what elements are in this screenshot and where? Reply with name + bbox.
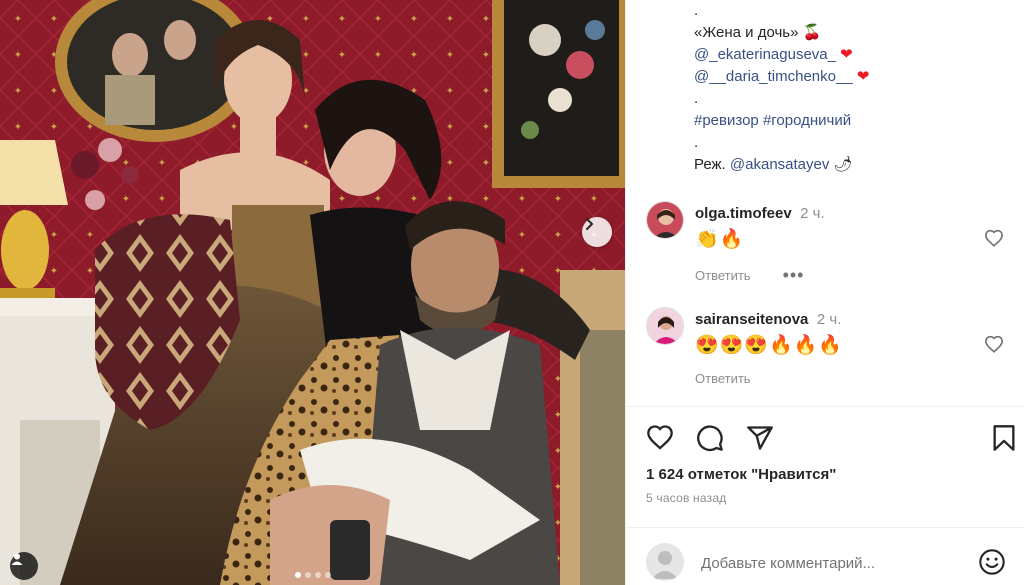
caption-dot: . [694,134,699,151]
comment-like-button[interactable] [984,335,1004,358]
reply-button[interactable]: Ответить [695,268,751,283]
likes-count[interactable]: 1 624 отметок "Нравится" [646,466,836,483]
comment-username[interactable]: olga.timofeev [695,205,792,222]
cherry-emoji: 🍒 [802,24,822,41]
post-sidebar: . «Жена и дочь» 🍒 @_ekaterinaguseva_ ❤ @… [625,0,1024,585]
avatar[interactable] [646,307,684,345]
bookmark-icon [993,425,1015,451]
add-comment-bar [646,541,1021,581]
smiley-icon [979,549,1005,575]
comment-username[interactable]: sairanseitenova [695,311,808,328]
mention-link-2[interactable]: @__daria_timchenko__ [694,68,853,85]
caption-director-line: Реж. @akansatayev 🌶 [694,154,1014,176]
post-photo[interactable]: ✦ [0,0,625,585]
avatar-image [647,308,683,344]
comment-text: 👏🔥 [695,229,745,250]
caption-mention-line-1: @_ekaterinaguseva_ ❤ [694,44,1014,66]
hashtag-link-1[interactable]: #ревизор [694,112,759,129]
carousel-dot [314,572,321,578]
director-mention-link[interactable]: @akansatayev [730,156,829,173]
carousel-indicator [0,572,625,578]
reply-button[interactable]: Ответить [695,371,751,386]
caption-hashtags: #ревизор #городничий [694,110,1014,132]
post-actions-bar [646,424,1016,452]
avatar-image [647,202,683,238]
comment-input[interactable] [701,551,971,575]
hashtag-link-2[interactable]: #городничий [763,112,851,129]
caption-title-line: «Жена и дочь» 🍒 [694,22,1014,44]
emoji-button[interactable] [978,548,1006,581]
like-button[interactable] [646,424,674,455]
post-timestamp[interactable]: 5 часов назад [646,491,726,505]
caption-title: «Жена и дочь» [694,24,799,41]
heart-icon [984,229,1004,247]
caption-mention-line-2: @__daria_timchenko__ ❤ [694,66,1014,88]
chevron-right-icon [586,218,593,230]
carousel-dot [304,572,311,578]
pepper-emoji: 🌶 [833,156,853,173]
carousel-dot [324,572,331,578]
comment-time: 2 ч. [800,205,825,222]
comment-time: 2 ч. [816,311,842,328]
paper-plane-icon [747,426,773,450]
carousel-dot [294,572,301,578]
comment-like-button[interactable] [984,229,1004,252]
comment-icon [697,425,723,452]
share-button[interactable] [746,424,774,457]
heart-icon [984,335,1004,353]
comment-text: 😍😍😍🔥🔥🔥 [695,335,843,356]
photo-illustration: ✦ [0,0,625,585]
avatar [646,543,684,581]
heart-emoji: ❤ [840,46,853,63]
avatar[interactable] [646,201,684,239]
heart-icon [647,425,673,450]
save-button[interactable] [992,424,1016,457]
mention-link-1[interactable]: @_ekaterinaguseva_ [694,46,836,63]
default-avatar-icon [646,543,684,581]
caption-dot: . [694,90,699,107]
more-options-button[interactable]: ••• [783,265,805,286]
caption-dot: . [694,2,699,19]
divider [626,527,1024,528]
director-label: Реж. [694,156,726,173]
divider [626,406,1024,407]
comment-button[interactable] [696,424,724,457]
post-caption: . «Жена и дочь» 🍒 @_ekaterinaguseva_ ❤ @… [694,0,1014,176]
heart-emoji: ❤ [856,68,870,85]
next-photo-button[interactable] [582,217,612,247]
user-tag-icon [11,553,23,565]
